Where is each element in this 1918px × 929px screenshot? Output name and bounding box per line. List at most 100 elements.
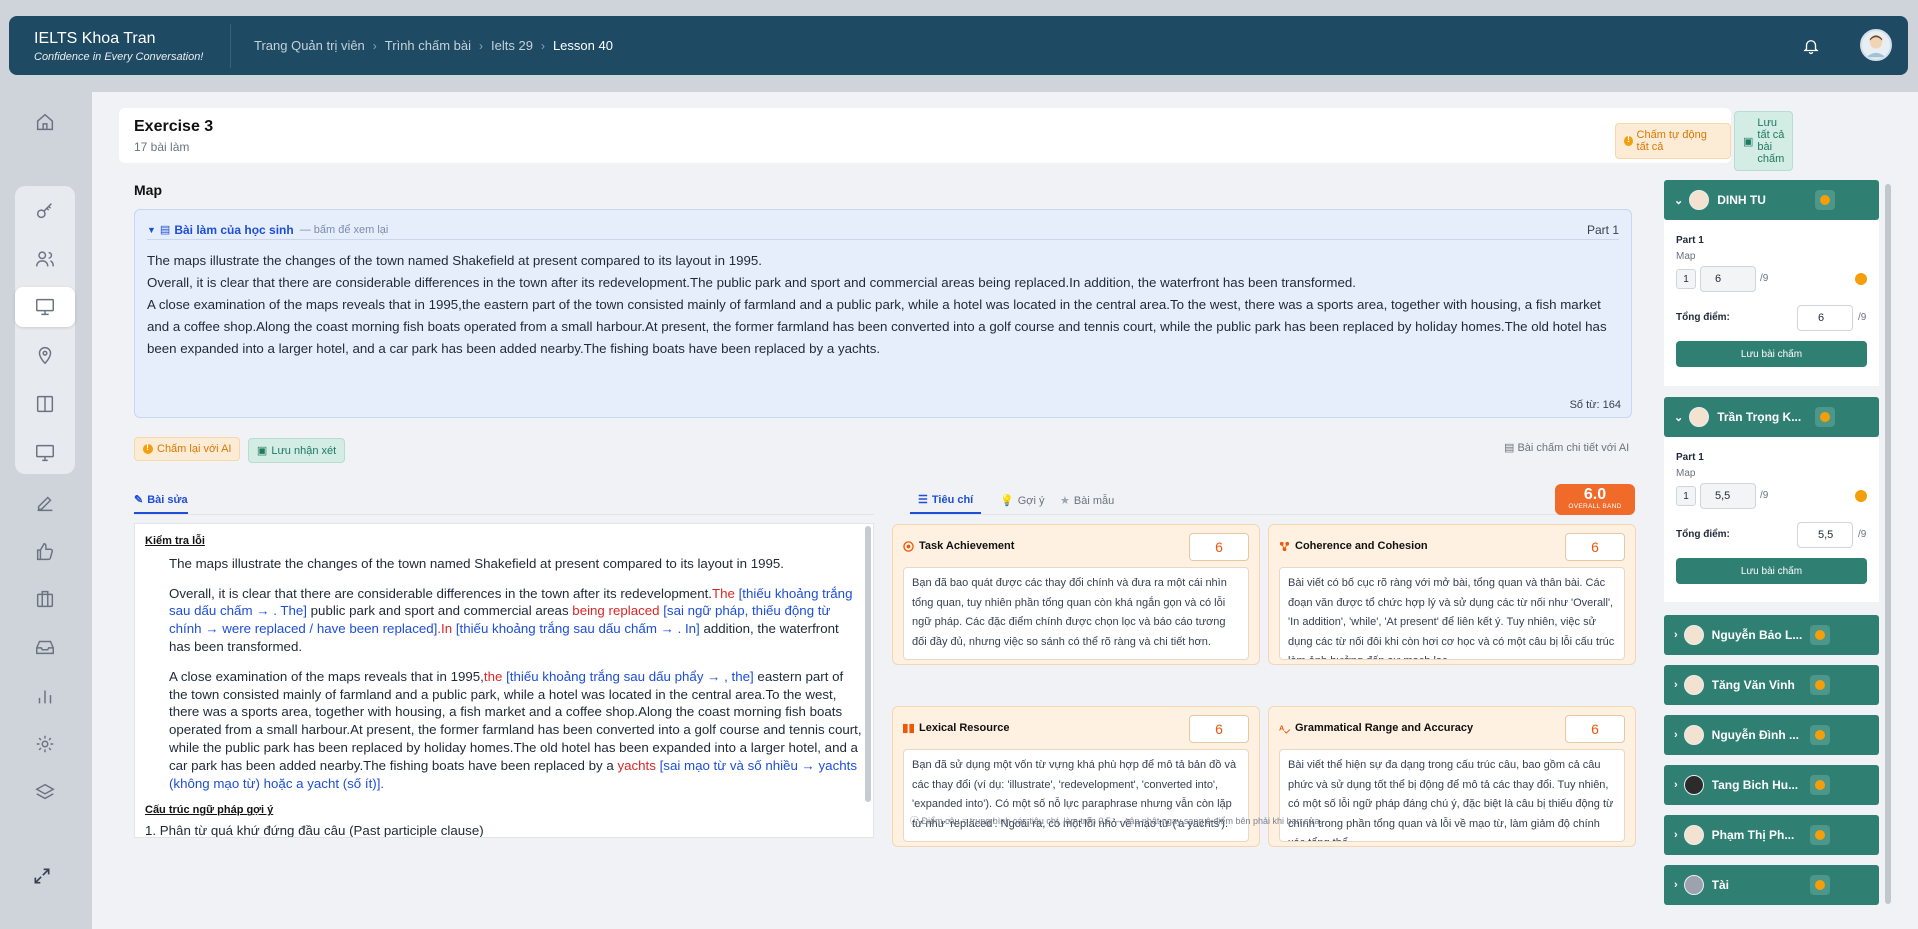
- bar-chart-icon[interactable]: [15, 676, 75, 716]
- brand-subtitle: Confidence in Every Conversation!: [34, 50, 204, 63]
- presentation-icon[interactable]: [15, 287, 75, 327]
- expand-icon[interactable]: [32, 866, 52, 886]
- criterion-feedback[interactable]: Bạn đã sử dụng một vốn từ vựng khá phù h…: [903, 749, 1249, 842]
- chevron-right-icon: ›: [479, 38, 484, 53]
- student-detail: Part 1 Map 1 6 /9 Tổng điểm: 6 /9 Lưu bà…: [1664, 220, 1879, 386]
- student-header[interactable]: ⌄ DINH TU: [1664, 180, 1879, 220]
- save-comment-button[interactable]: ▣ Lưu nhận xét: [247, 438, 346, 463]
- user-avatar[interactable]: [1860, 29, 1892, 61]
- save-icon: ▣: [1743, 135, 1754, 148]
- student-header[interactable]: › Tăng Văn Vinh: [1664, 665, 1879, 705]
- student-header[interactable]: › Nguyễn Đình ...: [1664, 715, 1879, 755]
- save-grade-button[interactable]: Lưu bài chấm: [1676, 341, 1867, 367]
- inbox-icon[interactable]: [15, 627, 75, 667]
- chevron-right-icon: ›: [1674, 679, 1678, 691]
- briefcase-icon[interactable]: [15, 579, 75, 619]
- breadcrumb-ielts[interactable]: Ielts 29: [491, 38, 533, 53]
- student-list: ⌄ DINH TU Part 1 Map 1 6 /9 Tổng điểm: 6 …: [1664, 171, 1882, 911]
- save-grade-button[interactable]: Lưu bài chấm: [1676, 558, 1867, 584]
- auto-grade-all-button[interactable]: Chấm tự động tất cả: [1615, 123, 1731, 159]
- avatar: [1683, 625, 1704, 645]
- tab-sample-label: Bài mẫu: [1073, 494, 1115, 507]
- student-name: Nguyễn Bảo L...: [1711, 628, 1802, 642]
- chevron-down-icon: ⌄: [1674, 411, 1684, 424]
- warning-badge: [1809, 625, 1830, 645]
- essay-label: Bài làm của học sinh: [174, 222, 294, 237]
- essay-hint: — bấm để xem lại: [299, 223, 389, 236]
- layers-icon[interactable]: [15, 772, 75, 812]
- top-bar: IELTS Khoa Tran Confidence in Every Conv…: [9, 16, 1908, 75]
- home-icon[interactable]: [15, 102, 75, 142]
- total-score-input[interactable]: 5,5: [1797, 522, 1853, 548]
- brand[interactable]: IELTS Khoa Tran Confidence in Every Conv…: [9, 23, 231, 68]
- student-list-scrollbar[interactable]: [1885, 184, 1891, 904]
- thumbs-up-icon[interactable]: [15, 532, 75, 572]
- regrade-ai-button[interactable]: Chấm lại với AI: [134, 437, 241, 461]
- tab-sample[interactable]: ★ Bài mẫu: [1060, 487, 1114, 514]
- users-icon[interactable]: [15, 239, 75, 279]
- essay-header[interactable]: ▼ ▤ Bài làm của học sinh — bấm để xem lạ…: [147, 220, 1619, 240]
- student-header[interactable]: › Tài: [1664, 865, 1879, 905]
- exercise-header: Exercise 3 17 bài làm Chấm tự động tất c…: [119, 108, 1794, 171]
- grammar-suggestion-item: 1. Phân từ quá khứ đứng đầu câu (Past pa…: [145, 823, 484, 838]
- student-header[interactable]: › Nguyễn Bảo L...: [1664, 615, 1879, 655]
- chevron-right-icon: ›: [1674, 879, 1678, 891]
- book-open-icon: [903, 723, 914, 733]
- text: A close examination of the maps reveals …: [169, 668, 484, 684]
- total-max: /9: [1858, 529, 1867, 540]
- part-score-input[interactable]: 5,5: [1700, 483, 1756, 509]
- overall-band-badge: 6.0 OVERALL BAND: [1555, 484, 1635, 515]
- question-number: 1: [1676, 269, 1696, 289]
- warning-badge: [1809, 825, 1830, 845]
- settings-icon[interactable]: [15, 724, 75, 764]
- text: public park and sport and commercial are…: [306, 603, 573, 619]
- criterion-feedback[interactable]: Bài viết thể hiện sự đa dạng trong cấu t…: [1279, 749, 1625, 842]
- tab-fix[interactable]: ✎ Bài sửa: [134, 487, 188, 514]
- brand-title: IELTS Khoa Tran: [34, 29, 156, 47]
- book-icon[interactable]: [15, 384, 75, 424]
- student-header[interactable]: › Phạm Thị Ph...: [1664, 815, 1879, 855]
- student-header[interactable]: › Tang Bich Hu...: [1664, 765, 1879, 805]
- network-icon: [1279, 541, 1290, 551]
- breadcrumb-grader[interactable]: Trình chấm bài: [385, 38, 471, 53]
- chevron-right-icon: ›: [540, 38, 545, 53]
- edit-icon[interactable]: [15, 483, 75, 523]
- criterion-score-input[interactable]: 6: [1565, 533, 1625, 561]
- ai-detail-link[interactable]: ▤ Bài chấm chi tiết với AI: [1504, 441, 1629, 454]
- total-score-input[interactable]: 6: [1797, 305, 1853, 331]
- key-icon[interactable]: [15, 191, 75, 231]
- correction-paragraph: The maps illustrate the changes of the t…: [169, 555, 863, 573]
- criterion-feedback[interactable]: Bài viết có bố cục rõ ràng với mở bài, t…: [1279, 567, 1625, 660]
- warning-badge: [1809, 875, 1830, 895]
- student-header[interactable]: ⌄ Trần Trọng K...: [1664, 397, 1879, 437]
- avatar: [1683, 725, 1704, 745]
- criterion-label: Task Achievement: [919, 540, 1015, 552]
- correction-paragraph: Overall, it is clear that there are cons…: [169, 585, 863, 656]
- tab-hint-label: Gợi ý: [1017, 494, 1045, 507]
- tab-hint[interactable]: 💡 Gợi ý: [1000, 487, 1044, 514]
- save-comment-label: Lưu nhận xét: [271, 444, 337, 457]
- bell-icon[interactable]: [1802, 37, 1820, 55]
- part-score-input[interactable]: 6: [1700, 266, 1756, 292]
- criterion-score-input[interactable]: 6: [1189, 715, 1249, 743]
- criterion-score-input[interactable]: 6: [1565, 715, 1625, 743]
- student-essay-panel[interactable]: ▼ ▤ Bài làm của học sinh — bấm để xem lạ…: [134, 209, 1632, 418]
- star-icon: ★: [1060, 495, 1070, 507]
- tab-criteria[interactable]: ☰ Tiêu chí: [910, 487, 982, 514]
- criterion-score-input[interactable]: 6: [1189, 533, 1249, 561]
- scrollbar[interactable]: [865, 526, 871, 802]
- save-all-button[interactable]: ▣ Lưu tất cả bài chấm: [1734, 111, 1794, 171]
- warning-icon: [1624, 134, 1633, 146]
- task-label: Map: [1676, 251, 1696, 262]
- map-pin-icon[interactable]: [15, 335, 75, 375]
- breadcrumb-admin[interactable]: Trang Quản trị viên: [254, 38, 365, 53]
- grammar-suggestion-heading: Cấu trúc ngữ pháp gợi ý: [145, 804, 274, 817]
- criterion-label: Coherence and Cohesion: [1295, 540, 1428, 552]
- sidebar: [0, 92, 92, 929]
- student-name: Tang Bich Hu...: [1711, 778, 1799, 792]
- correction-panel[interactable]: Kiểm tra lỗi The maps illustrate the cha…: [134, 523, 874, 838]
- student-detail: Part 1 Map 1 5,5 /9 Tổng điểm: 5,5 /9 Lư…: [1664, 437, 1879, 602]
- criterion-feedback[interactable]: Bạn đã bao quát được các thay đổi chính …: [903, 567, 1249, 660]
- monitor-icon[interactable]: [15, 433, 75, 473]
- total-label: Tổng điểm:: [1676, 312, 1730, 323]
